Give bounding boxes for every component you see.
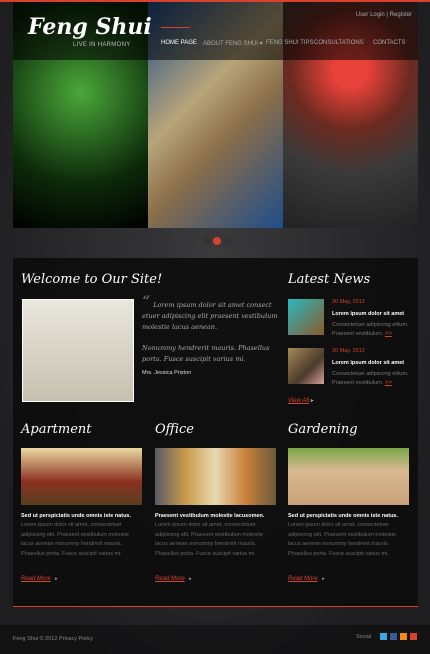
news-thumbnail[interactable]	[288, 348, 324, 384]
nav-contacts[interactable]: CONTACTS	[373, 40, 406, 46]
welcome-quote: “Lorem ipsum dolor sit amet consect etue…	[142, 294, 282, 375]
news-more-link[interactable]: >>	[385, 380, 392, 386]
slider-dot[interactable]	[203, 237, 211, 245]
doctor-photo	[22, 299, 134, 402]
arrow-icon: ▸	[55, 576, 58, 582]
separator: |	[386, 12, 388, 18]
copyright-text: Feng Shui © 2012	[13, 636, 58, 642]
arrow-icon: ▸	[189, 576, 192, 582]
column-text: Lorem ipsum dolor sit amet, consectetuer…	[155, 522, 263, 557]
news-headline[interactable]: Lorem ipsum dolor sit amet	[332, 311, 404, 317]
column-title: Apartment	[21, 422, 92, 437]
read-more-link[interactable]: Read More	[288, 576, 318, 582]
main-nav: HOME PAGE ABOUT FENG SHUI ▾ FENG SHUI TI…	[0, 27, 430, 50]
nav-home[interactable]: HOME PAGE	[161, 27, 197, 46]
column-apartment: Apartment Sed ut perspiciatis unde omnis…	[21, 422, 142, 585]
column-office: Office Praesent vestibulum molestie lacu…	[155, 422, 276, 585]
column-title: Gardening	[288, 422, 358, 437]
news-date: 30 May, 2012	[332, 299, 365, 305]
news-date: 30 May, 2012	[332, 348, 365, 354]
office-candles-image	[155, 448, 276, 505]
user-links: User Login | Register	[356, 12, 412, 18]
quote-icon: “	[142, 292, 151, 311]
arrow-icon: ▸	[310, 398, 314, 404]
column-title: Office	[155, 422, 194, 437]
rss-icon[interactable]	[400, 633, 407, 640]
news-more-link[interactable]: >>	[385, 331, 392, 337]
nav-tips[interactable]: FENG SHUI TIPS	[266, 40, 314, 46]
register-link[interactable]: Register	[390, 12, 412, 18]
view-all: View All ▸	[288, 397, 314, 404]
news-thumbnail[interactable]	[288, 299, 324, 335]
nav-about-label: ABOUT FENG SHUI	[203, 41, 258, 47]
quote-paragraph-1: Lorem ipsum dolor sit amet consect etuer…	[142, 301, 278, 331]
column-text: Lorem ipsum dolor sit amet, consectetuer…	[21, 522, 129, 557]
column-gardening: Gardening Sed ut perspiciatis unde omnis…	[288, 422, 409, 585]
welcome-title: Welcome to Our Site!	[21, 272, 163, 287]
read-more-link[interactable]: Read More	[21, 576, 51, 582]
arrow-icon: ▸	[322, 576, 325, 582]
logo[interactable]: Feng Shui	[28, 14, 152, 40]
news-text: Consectetuer adipiscing elitum. Praesent…	[332, 370, 412, 388]
garden-stones-image	[288, 448, 409, 505]
news-text-body: Consectetuer adipiscing elitum. Praesent…	[332, 322, 409, 337]
chevron-down-icon: ▾	[259, 41, 263, 47]
nav-about[interactable]: ABOUT FENG SHUI ▾	[203, 40, 263, 47]
news-title: Latest News	[288, 272, 371, 287]
slider-dot-active[interactable]	[213, 237, 221, 245]
slider-pagination	[203, 237, 231, 245]
view-all-link[interactable]: View All	[288, 398, 309, 404]
column-heading: Sed ut perspiciatis unde omnis iste natu…	[21, 513, 132, 519]
slider-dot[interactable]	[223, 237, 231, 245]
quote-paragraph-2: Nonummy hendrerit mauris. Phasellus port…	[142, 344, 270, 363]
news-text: Consectetuer adipiscing elitum. Praesent…	[332, 321, 412, 339]
read-more-link[interactable]: Read More	[155, 576, 185, 582]
facebook-icon[interactable]	[390, 633, 397, 640]
news-headline[interactable]: Lorem ipsum dolor sit amet	[332, 360, 404, 366]
copyright: Feng Shui © 2012 Privacy Policy	[13, 636, 93, 642]
quote-author: Mrs. Jessica Priston	[142, 370, 192, 376]
nav-consultations[interactable]: CONSULTATIONS	[314, 40, 364, 46]
footer: Feng Shui © 2012 Privacy Policy Social	[0, 625, 430, 654]
news-text-body: Consectetuer adipiscing elitum. Praesent…	[332, 371, 409, 386]
column-heading: Praesent vestibulum molestie lacusomen.	[155, 513, 265, 519]
twitter-icon[interactable]	[380, 633, 387, 640]
column-heading: Sed ut perspiciatis unde omnis iste natu…	[288, 513, 399, 519]
google-plus-icon[interactable]	[410, 633, 417, 640]
column-text: Lorem ipsum dolor sit amet, consectetuer…	[288, 522, 396, 557]
social-label: Social	[356, 633, 371, 640]
social-links: Social	[356, 633, 417, 640]
privacy-policy-link[interactable]: Privacy Policy	[59, 636, 93, 642]
apartment-image	[21, 448, 142, 505]
user-login-link[interactable]: User Login	[356, 12, 385, 18]
